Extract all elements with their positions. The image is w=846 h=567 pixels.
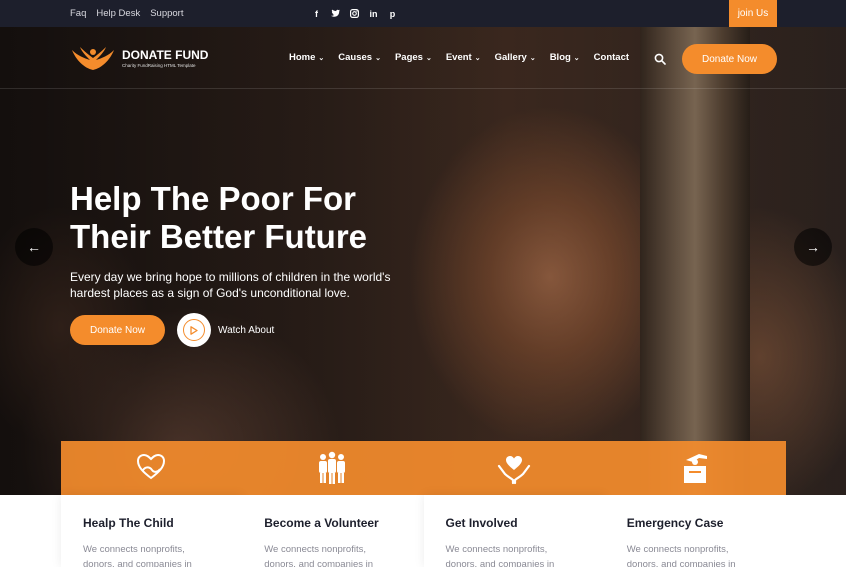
hero-overlay [0, 27, 846, 495]
feature-cards: Healp The Child We connects nonprofits, … [61, 495, 786, 567]
feature-card-emergency[interactable]: Emergency Case We connects nonprofits, d… [604, 495, 786, 567]
volunteers-icon [319, 451, 345, 484]
nav-item-gallery[interactable]: Gallery ⌄ [495, 52, 536, 63]
faq-link[interactable]: Faq [70, 8, 86, 19]
hero-title-line: Help The Poor For [70, 180, 357, 217]
feature-card-get-involved[interactable]: Get Involved We connects nonprofits, don… [423, 495, 605, 567]
chevron-down-icon: ⌄ [474, 54, 481, 62]
feature-card-volunteer[interactable]: Become a Volunteer We connects nonprofit… [242, 495, 424, 567]
nav-label: Blog [549, 52, 571, 63]
chevron-down-icon: ⌄ [425, 54, 432, 62]
support-link[interactable]: Support [150, 8, 183, 19]
social-links: f in p [312, 0, 397, 27]
slider-next-button[interactable]: → [794, 228, 832, 266]
feature-card-text-line: donors, and companies in [264, 559, 374, 567]
feature-card-title: Get Involved [445, 516, 518, 530]
search-icon[interactable] [654, 53, 666, 65]
nav-item-pages[interactable]: Pages ⌄ [395, 52, 432, 63]
feature-card-title: Emergency Case [626, 516, 724, 530]
feature-card-text-line: donors, and companies in [83, 559, 192, 567]
play-icon [183, 319, 205, 341]
nav-label: Causes [338, 52, 373, 63]
heart-in-hands-icon [497, 456, 531, 485]
hero-description: Every day we bring hope to millions of c… [70, 269, 450, 301]
feature-card-help-child[interactable]: Healp The Child We connects nonprofits, … [61, 495, 243, 567]
main-nav: Home ⌄ Causes ⌄ Pages ⌄ Event ⌄ Gallery ⌄ Blo… [289, 52, 629, 63]
feature-card-text: We connects nonprofits, donors, and comp… [264, 542, 414, 567]
nav-item-event[interactable]: Event ⌄ [446, 52, 481, 63]
feature-icon-strip [61, 441, 786, 495]
slider-prev-button[interactable]: ← [15, 228, 53, 266]
chevron-down-icon: ⌄ [573, 54, 580, 62]
feature-card-text-line: We connects nonprofits, [445, 544, 548, 555]
brand-name: DONATE FUND [122, 47, 209, 62]
nav-label: Pages [394, 52, 423, 63]
chevron-down-icon: ⌄ [318, 54, 325, 62]
donation-box-icon [684, 454, 707, 483]
nav-item-contact[interactable]: Contact [594, 52, 629, 63]
nav-label: Gallery [494, 52, 527, 63]
nav-item-home[interactable]: Home ⌄ [289, 52, 324, 63]
instagram-icon[interactable] [350, 9, 359, 19]
hero-donate-button[interactable]: Donate Now [70, 315, 165, 345]
chevron-down-icon: ⌄ [375, 54, 381, 62]
feature-card-text-line: We connects nonprofits, [83, 544, 185, 555]
hero-description-line: hardest places as a sign of God's uncond… [70, 286, 350, 300]
brand-tagline: Charity FundRaising HTML Template [122, 62, 196, 68]
nav-label: Contact [593, 52, 630, 63]
hero-description-line: Every day we bring hope to millions of c… [70, 270, 391, 284]
feature-card-text-line: donors, and companies in [626, 559, 736, 567]
nav-label: Home [289, 52, 316, 63]
feature-card-text-line: We connects nonprofits, [264, 544, 366, 555]
arrow-right-icon: → [806, 239, 820, 255]
heart-hands-icon [136, 453, 166, 480]
pinterest-icon[interactable]: p [388, 9, 397, 19]
logo[interactable]: DONATE FUND Charity FundRaising HTML Tem… [70, 44, 208, 74]
nav-label: Event [445, 52, 472, 63]
feature-card-text: We connects nonprofits, donors, and comp… [83, 542, 233, 567]
hero-title-line: Their Better Future [70, 218, 368, 255]
arrow-left-icon: ← [27, 239, 41, 255]
play-button[interactable] [177, 313, 211, 347]
donate-now-button[interactable]: Donate Now [682, 44, 777, 74]
join-us-button[interactable]: join Us [729, 0, 777, 27]
top-links: Faq Help Desk Support [70, 0, 183, 27]
feature-card-text: We connects nonprofits, donors, and comp… [446, 542, 596, 567]
facebook-icon[interactable]: f [312, 9, 321, 19]
logo-icon [72, 47, 114, 70]
feature-card-text: We connects nonprofits, donors, and comp… [627, 542, 777, 567]
chevron-down-icon: ⌄ [529, 54, 536, 62]
twitter-icon[interactable] [331, 9, 340, 19]
help-desk-link[interactable]: Help Desk [96, 8, 140, 19]
hero-title: Help The Poor For Their Better Future [70, 180, 490, 256]
feature-card-text-line: We connects nonprofits, [626, 544, 729, 555]
top-bar: Faq Help Desk Support f in p join Us [0, 0, 846, 27]
logo-text: DONATE FUND Charity FundRaising HTML Tem… [122, 47, 209, 70]
feature-card-title: Healp The Child [83, 516, 174, 530]
hero-image [0, 27, 846, 495]
nav-item-blog[interactable]: Blog ⌄ [550, 52, 580, 63]
feature-card-text-line: donors, and companies in [445, 559, 555, 567]
feature-card-title: Become a Volunteer [264, 516, 379, 530]
watch-about-label: Watch About [218, 324, 275, 336]
watch-about-button[interactable]: Watch About [177, 313, 274, 347]
nav-item-causes[interactable]: Causes ⌄ [338, 52, 381, 63]
linkedin-icon[interactable]: in [369, 9, 378, 19]
